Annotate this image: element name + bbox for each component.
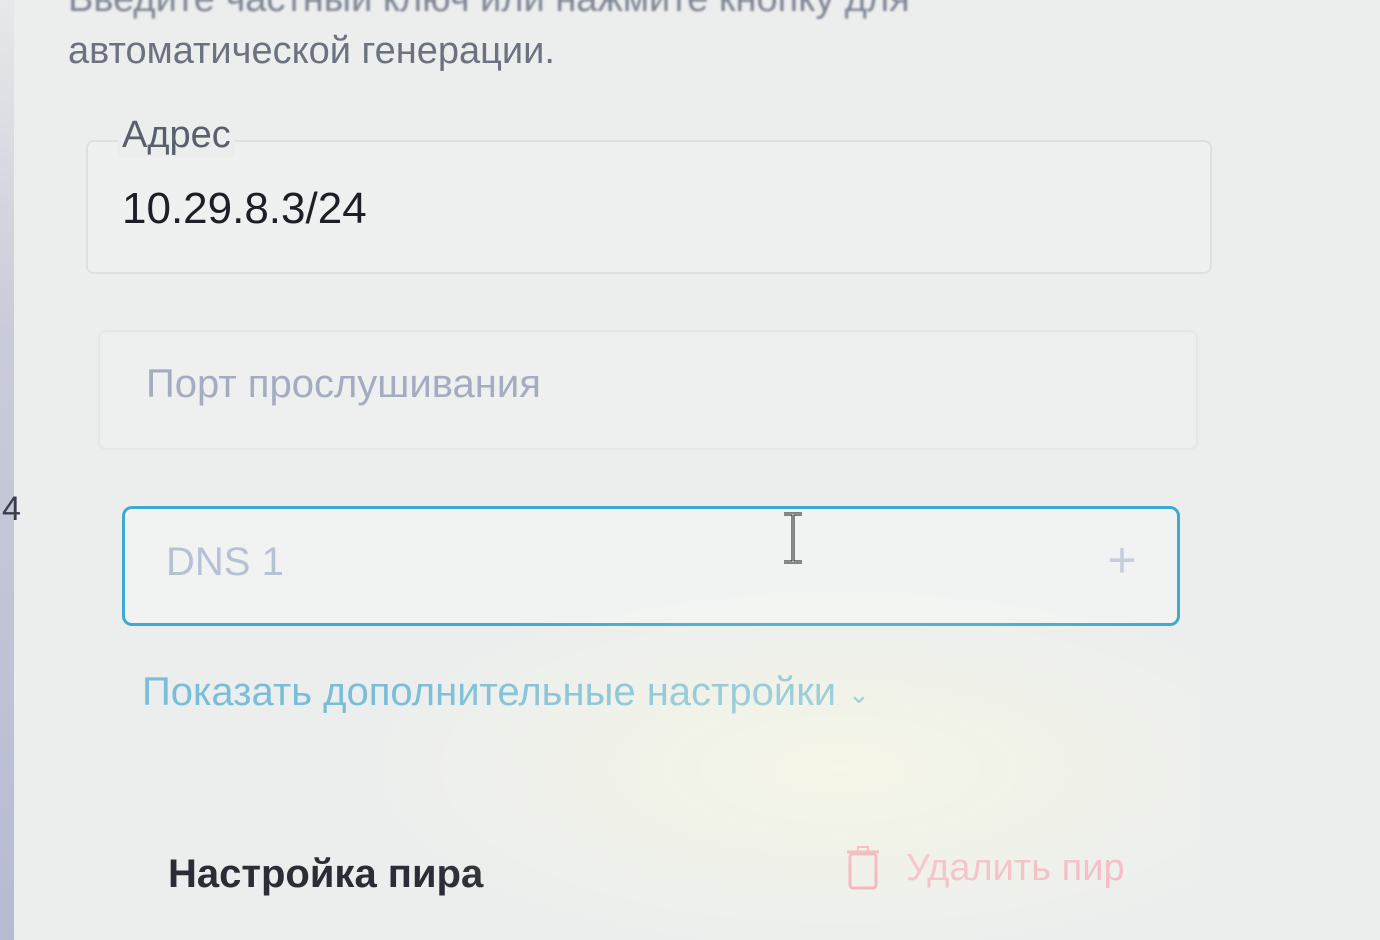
- left-sidebar-edge: [0, 0, 14, 940]
- trash-icon: [847, 846, 879, 890]
- listen-port-placeholder: Порт прослушивания: [146, 362, 541, 406]
- delete-peer-button[interactable]: Удалить пир: [846, 842, 1125, 894]
- advanced-link-label: Показать дополнительные настройки: [142, 670, 837, 714]
- chevron-down-icon: ⌄: [848, 678, 870, 709]
- dns-placeholder: DNS 1: [166, 540, 284, 584]
- address-input-value[interactable]: 10.29.8.3/24: [122, 184, 367, 234]
- show-advanced-settings-link[interactable]: Показать дополнительные настройки ⌄: [142, 670, 870, 715]
- plus-icon[interactable]: +: [1098, 530, 1146, 590]
- address-label: Адрес: [118, 114, 235, 157]
- text-cursor-icon: [784, 512, 802, 564]
- description-text-partial: Введите частный ключ или нажмите кнопку …: [68, 0, 910, 21]
- peer-settings-heading: Настройка пира: [168, 852, 484, 896]
- description-text: автоматической генерации.: [68, 30, 555, 72]
- sidebar-fragment-text: 4: [2, 490, 21, 528]
- delete-peer-label: Удалить пир: [906, 846, 1125, 889]
